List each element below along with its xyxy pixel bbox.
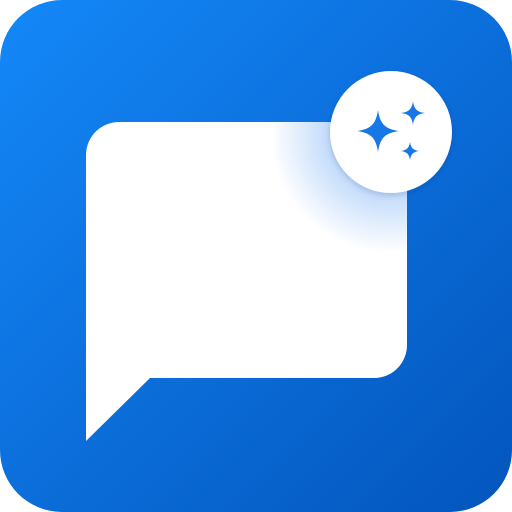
app-icon xyxy=(0,0,512,512)
app-icon-graphic xyxy=(0,0,512,512)
sparkle-badge xyxy=(330,71,452,193)
